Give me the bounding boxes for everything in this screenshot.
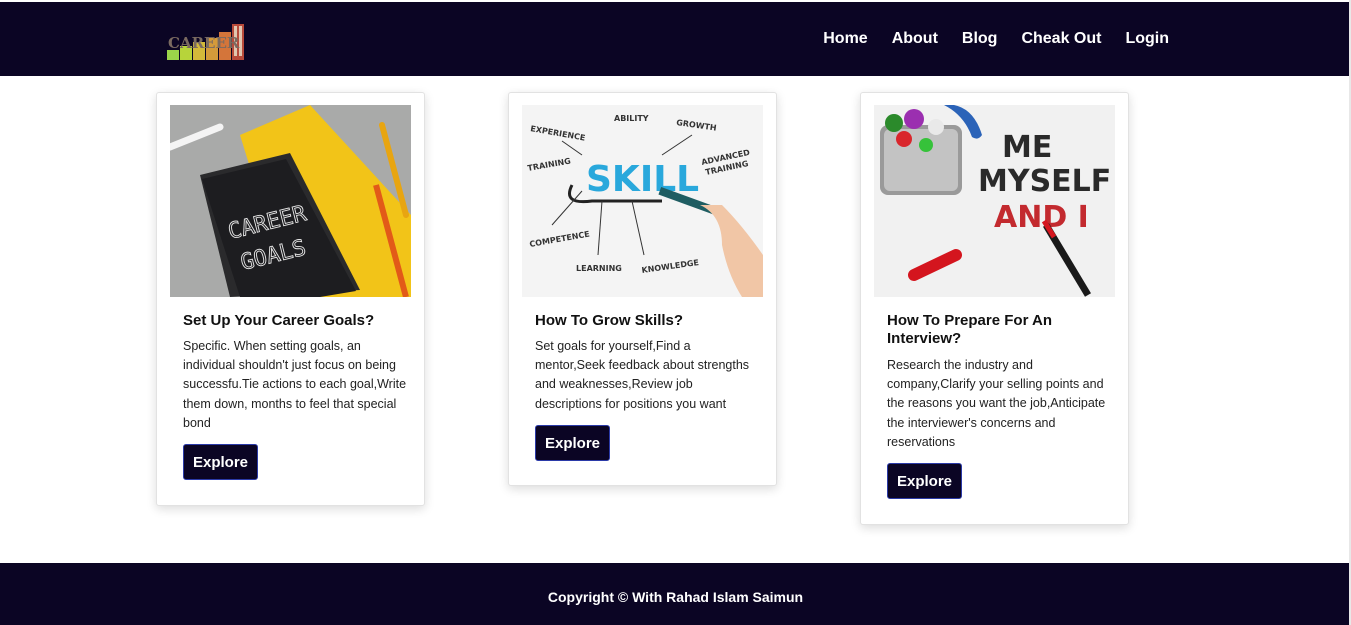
- explore-button[interactable]: Explore: [887, 463, 962, 499]
- nav-about-link[interactable]: About: [892, 30, 938, 48]
- explore-button[interactable]: Explore: [535, 425, 610, 461]
- nav-checkout-link[interactable]: Cheak Out: [1021, 30, 1101, 48]
- career-logo[interactable]: CAREER: [165, 12, 249, 64]
- svg-text:LEARNING: LEARNING: [576, 264, 622, 273]
- svg-text:CAREER: CAREER: [168, 34, 240, 52]
- card-text: Research the industry and company,Clarif…: [887, 358, 1106, 449]
- card-text: Specific. When setting goals, an individ…: [183, 339, 407, 430]
- svg-text:MYSELF: MYSELF: [978, 164, 1111, 199]
- nav-blog-link[interactable]: Blog: [962, 30, 998, 48]
- navbar: CAREER Home About Blog Cheak Out Login: [0, 2, 1351, 76]
- nav-login-link[interactable]: Login: [1125, 30, 1169, 48]
- svg-text:ME: ME: [1002, 130, 1052, 165]
- skill-diagram-image: SKILL EXPERIENCE ABILITY GROWTH TRAINING…: [522, 105, 763, 297]
- svg-text:ABILITY: ABILITY: [614, 114, 649, 123]
- card-title: How To Prepare For An Interview?: [887, 312, 1053, 347]
- career-goals-image: CAREER GOALS: [170, 105, 411, 297]
- footer: Copyright © With Rahad Islam Saimun: [0, 563, 1351, 625]
- card-grow-skills: SKILL EXPERIENCE ABILITY GROWTH TRAINING…: [508, 92, 777, 486]
- svg-text:AND I: AND I: [994, 200, 1089, 235]
- card-text: Set goals for yourself,Find a mentor,See…: [535, 339, 750, 411]
- explore-button[interactable]: Explore: [183, 444, 258, 480]
- main-nav: Home About Blog Cheak Out Login: [799, 30, 1169, 48]
- svg-text:SKILL: SKILL: [586, 159, 699, 200]
- card-career-goals: CAREER GOALS Set Up Your Career Goals? S…: [156, 92, 425, 506]
- me-myself-and-i-image: ME MYSELF AND I: [874, 105, 1115, 297]
- nav-home-link[interactable]: Home: [823, 30, 867, 48]
- main-content: CAREER GOALS Set Up Your Career Goals? S…: [0, 76, 1351, 563]
- copyright-text: Copyright © With Rahad Islam Saimun: [547, 589, 804, 605]
- card-title: How To Grow Skills?: [535, 312, 684, 329]
- card-title: Set Up Your Career Goals?: [183, 312, 375, 329]
- card-prepare-interview: ME MYSELF AND I How To Prepare For An In…: [860, 92, 1129, 525]
